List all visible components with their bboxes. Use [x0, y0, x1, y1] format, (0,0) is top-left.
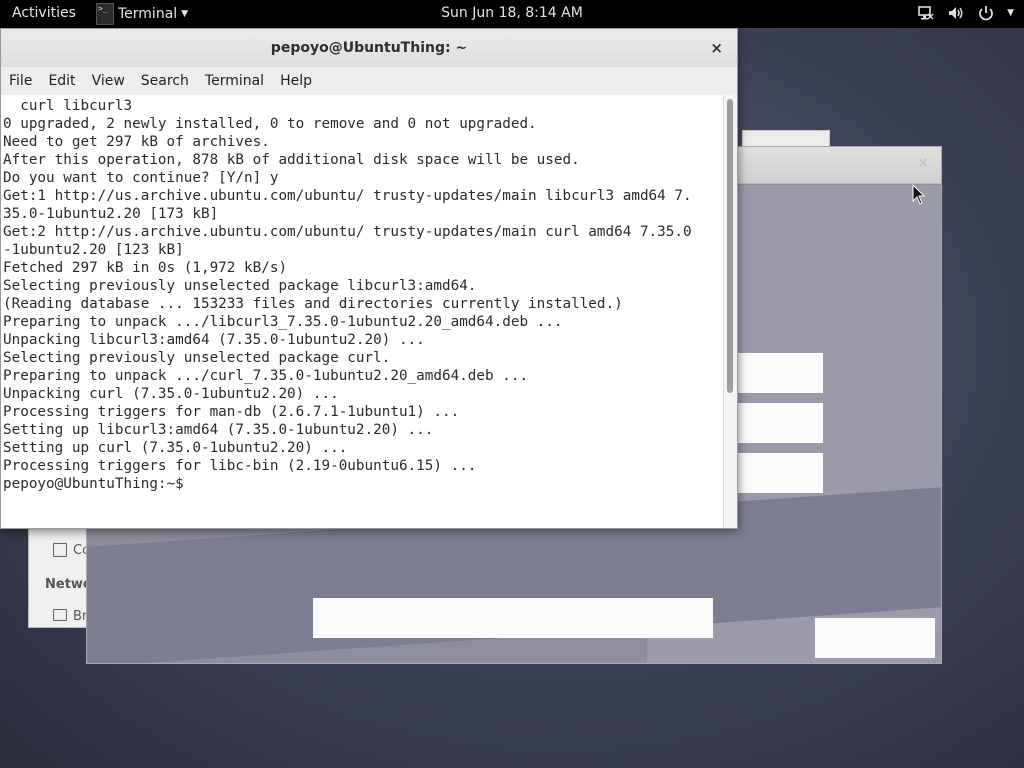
system-tray[interactable]: ▼ — [917, 4, 1014, 22]
chevron-down-icon: ▼ — [181, 9, 189, 19]
app-menu-label: Terminal — [118, 6, 178, 22]
terminal-titlebar[interactable]: pepoyo@UbuntuThing: ~ × — [1, 29, 737, 67]
terminal-line: -1ubuntu2.20 [123 kB] — [3, 242, 184, 258]
terminal-line: Processing triggers for man-db (2.6.7.1-… — [3, 404, 460, 420]
clock[interactable]: Sun Jun 18, 8:14 AM — [441, 5, 583, 21]
background-field[interactable] — [737, 353, 823, 393]
terminal-line: Fetched 297 kB in 0s (1,972 kB/s) — [3, 260, 288, 276]
panel-row: Netwo — [45, 577, 92, 592]
background-button[interactable] — [815, 618, 935, 658]
terminal-line: curl libcurl3 — [3, 98, 133, 114]
terminal-line: Selecting previously unselected package … — [3, 278, 477, 294]
terminal-line: Setting up curl (7.35.0-1ubuntu2.20) ... — [3, 440, 348, 456]
mouse-pointer-icon — [912, 184, 926, 205]
close-icon[interactable]: × — [917, 155, 929, 171]
background-field[interactable] — [737, 453, 823, 493]
network-icon — [53, 609, 67, 621]
terminal-line: Selecting previously unselected package … — [3, 350, 391, 366]
activities-button[interactable]: Activities — [12, 5, 76, 21]
background-field[interactable] — [737, 403, 823, 443]
terminal-menubar: File Edit View Search Terminal Help — [1, 67, 737, 96]
app-menu[interactable]: >_ Terminal ▼ — [96, 0, 188, 28]
network-icon[interactable] — [917, 4, 935, 22]
menu-search[interactable]: Search — [133, 73, 197, 89]
terminal-line: (Reading database ... 153233 files and d… — [3, 296, 623, 312]
terminal-scrollbar[interactable] — [723, 95, 737, 528]
background-field[interactable] — [313, 598, 713, 638]
menu-view[interactable]: View — [84, 73, 133, 89]
terminal-app-icon: >_ — [96, 3, 114, 25]
terminal-prompt[interactable]: pepoyo@UbuntuThing:~$ — [1, 475, 692, 493]
terminal-window[interactable]: pepoyo@UbuntuThing: ~ × File Edit View S… — [0, 28, 738, 529]
menu-terminal[interactable]: Terminal — [197, 73, 272, 89]
window-title: pepoyo@UbuntuThing: ~ — [270, 40, 468, 56]
close-icon[interactable]: × — [710, 29, 723, 67]
background-tab — [742, 130, 830, 147]
power-icon[interactable] — [977, 4, 995, 22]
terminal-line: Get:2 http://us.archive.ubuntu.com/ubunt… — [3, 224, 692, 240]
drive-icon — [53, 543, 67, 557]
terminal-line: Preparing to unpack .../libcurl3_7.35.0-… — [3, 314, 563, 330]
terminal-line: Do you want to continue? [Y/n] y — [3, 170, 279, 186]
menu-edit[interactable]: Edit — [40, 73, 83, 89]
terminal-line: 0 upgraded, 2 newly installed, 0 to remo… — [3, 116, 537, 132]
terminal-line: After this operation, 878 kB of addition… — [3, 152, 580, 168]
menu-help[interactable]: Help — [272, 73, 320, 89]
chevron-down-icon[interactable]: ▼ — [1007, 8, 1014, 18]
terminal-line: Setting up libcurl3:amd64 (7.35.0-1ubunt… — [3, 422, 434, 438]
scrollbar-thumb[interactable] — [727, 99, 733, 393]
terminal-line: Processing triggers for libc-bin (2.19-0… — [3, 458, 477, 474]
terminal-line: Unpacking curl (7.35.0-1ubuntu2.20) ... — [3, 386, 339, 402]
terminal-line: Get:1 http://us.archive.ubuntu.com/ubunt… — [3, 188, 692, 204]
top-bar: Activities >_ Terminal ▼ Sun Jun 18, 8:1… — [0, 0, 1024, 28]
terminal-line: Need to get 297 kB of archives. — [3, 134, 270, 150]
volume-icon[interactable] — [947, 4, 965, 22]
terminal-line: 35.0-1ubuntu2.20 [173 kB] — [3, 206, 219, 222]
menu-file[interactable]: File — [1, 73, 40, 89]
terminal-line: Unpacking libcurl3:amd64 (7.35.0-1ubuntu… — [3, 332, 425, 348]
terminal-line: Preparing to unpack .../curl_7.35.0-1ubu… — [3, 368, 529, 384]
terminal-output[interactable]: curl libcurl3 0 upgraded, 2 newly instal… — [1, 95, 724, 528]
